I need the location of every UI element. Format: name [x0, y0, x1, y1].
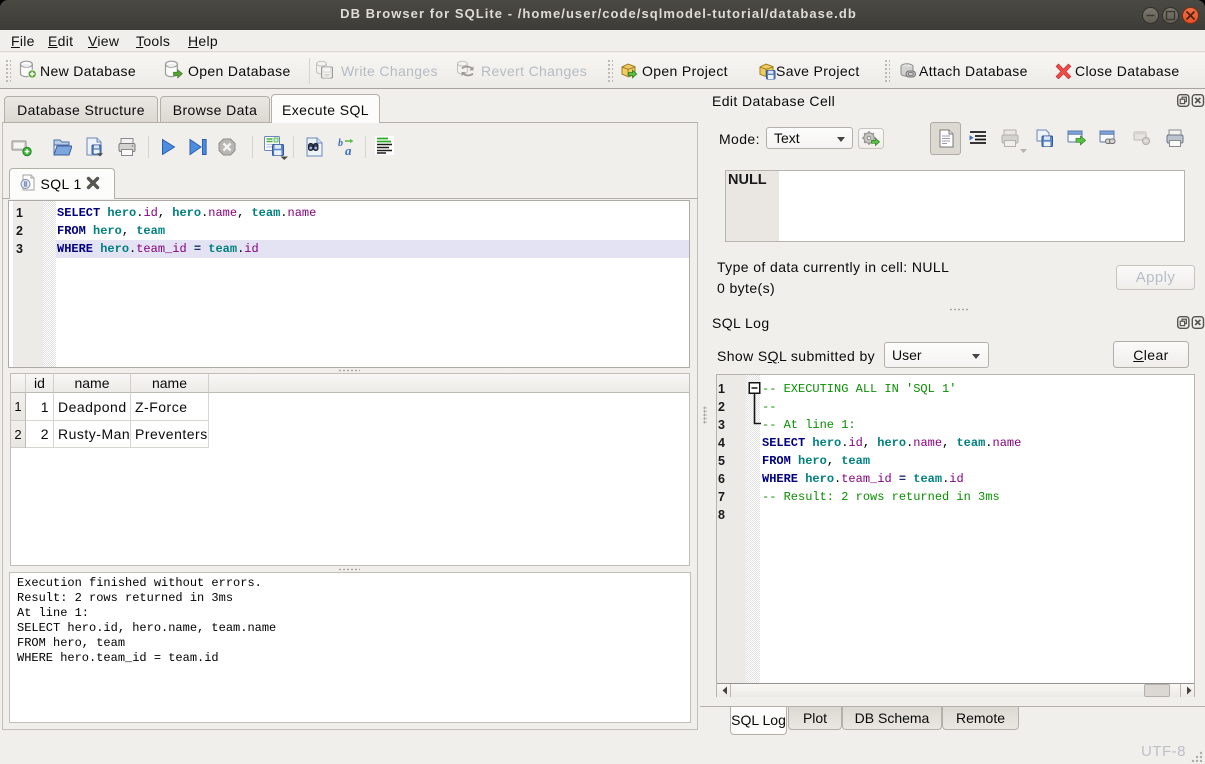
- svg-text:a: a: [345, 143, 352, 157]
- svg-text:b: b: [338, 138, 343, 149]
